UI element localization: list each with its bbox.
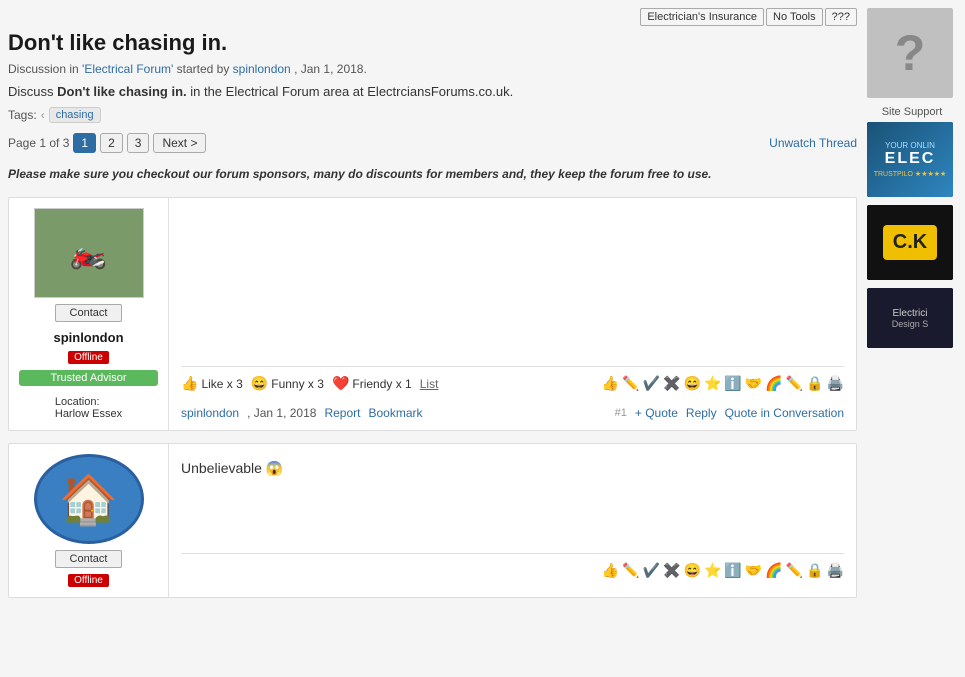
sidebar-ad-electrician[interactable]: YOUR ONLIN ELEC TRUSTPILO ★★★★★ xyxy=(867,122,953,197)
post-1-author-link[interactable]: spinlondon xyxy=(181,406,239,420)
cross-icon[interactable]: ✖️ xyxy=(663,375,680,392)
post-1-location: Location: Harlow Essex xyxy=(55,396,122,420)
funny-icon[interactable]: 😄 xyxy=(684,375,701,392)
handshake-icon[interactable]: 🤝 xyxy=(745,375,762,392)
post-1-footer: spinlondon , Jan 1, 2018 Report Bookmark… xyxy=(181,406,844,420)
p2-thumbsup-icon[interactable]: 👍 xyxy=(602,562,619,579)
post-2-action-icons: 👍 ✏️ ✔️ ✖️ 😄 ⭐ ℹ️ 🤝 🌈 ✏️ 🔒 🖨️ xyxy=(602,562,844,579)
p2-cross-icon[interactable]: ✖️ xyxy=(663,562,680,579)
post-1-body: 👍 Like x 3 😄 Funny x 3 ❤️ Friendy x 1 Li… xyxy=(169,198,856,430)
top-bar: Electrician's Insurance No Tools ??? xyxy=(8,8,857,26)
ad-elec-trustpilot: TRUSTPILO ★★★★★ xyxy=(874,170,947,178)
pagination-left: Page 1 of 3 1 2 3 Next > xyxy=(8,133,206,153)
ck-logo-container: C.K xyxy=(883,225,937,260)
post-1-reply-link[interactable]: Reply xyxy=(686,406,717,420)
info-icon[interactable]: ℹ️ xyxy=(724,375,741,392)
star-icon[interactable]: ⭐ xyxy=(704,375,721,392)
p2-lock-icon[interactable]: 🔒 xyxy=(806,562,823,579)
post-2-reactions: 👍 ✏️ ✔️ ✖️ 😄 ⭐ ℹ️ 🤝 🌈 ✏️ 🔒 🖨️ xyxy=(181,562,844,579)
post-1-footer-right: #1 + Quote Reply Quote in Conversation xyxy=(615,406,844,420)
ad-elec-title: ELEC xyxy=(885,150,936,168)
post-1-bookmark-link[interactable]: Bookmark xyxy=(368,406,422,420)
post-1: 🏍️ Contact spinlondon Offline Trusted Ad… xyxy=(8,197,857,431)
forum-link[interactable]: 'Electrical Forum' xyxy=(82,62,173,76)
post-2-offline-badge: Offline xyxy=(68,574,109,587)
post-1-reactions: 👍 Like x 3 😄 Funny x 3 ❤️ Friendy x 1 Li… xyxy=(181,375,844,392)
post-1-trusted-advisor[interactable]: Trusted Advisor xyxy=(19,370,158,386)
sidebar-ad-ck[interactable]: C.K xyxy=(867,205,953,280)
page-info: Page 1 of 3 xyxy=(8,136,69,150)
p2-funny-icon[interactable]: 😄 xyxy=(684,562,701,579)
insurance-button[interactable]: Electrician's Insurance xyxy=(640,8,764,26)
tag-arrow: ‹ xyxy=(41,108,45,122)
p2-info-icon[interactable]: ℹ️ xyxy=(724,562,741,579)
notools-button[interactable]: No Tools xyxy=(766,8,823,26)
friendly-reaction: ❤️ Friendy x 1 xyxy=(332,375,412,392)
post-2-contact-button[interactable]: Contact xyxy=(55,550,123,568)
tag-chasing[interactable]: chasing xyxy=(49,107,101,123)
extra-button[interactable]: ??? xyxy=(825,8,857,26)
post-2-body: Unbelievable 😱 👍 ✏️ ✔️ ✖️ 😄 ⭐ ℹ️ 🤝 🌈 xyxy=(169,444,856,597)
sponsor-notice: Please make sure you checkout our forum … xyxy=(8,163,857,185)
next-page-button[interactable]: Next > xyxy=(153,133,206,153)
ad-more-text: Electrici Design S xyxy=(892,308,929,329)
sidebar-question-placeholder: ? xyxy=(867,8,953,98)
page-3-button[interactable]: 3 xyxy=(127,133,150,153)
p2-edit-icon[interactable]: ✏️ xyxy=(622,562,639,579)
sidebar-ad-more[interactable]: Electrici Design S xyxy=(867,288,953,348)
reactions-list-link[interactable]: List xyxy=(420,377,439,391)
author-link[interactable]: spinlondon xyxy=(233,62,291,76)
post-1-avatar: 🏍️ xyxy=(34,208,144,298)
edit-icon[interactable]: ✏️ xyxy=(622,375,639,392)
check-icon[interactable]: ✔️ xyxy=(643,375,660,392)
p2-handshake-icon[interactable]: 🤝 xyxy=(745,562,762,579)
pencil-icon[interactable]: ✏️ xyxy=(786,375,803,392)
p2-print-icon[interactable]: 🖨️ xyxy=(827,562,844,579)
post-1-username: spinlondon xyxy=(53,330,123,345)
ad-elec-subtitle: YOUR ONLIN xyxy=(885,141,935,150)
page-1-button[interactable]: 1 xyxy=(73,133,96,153)
post-2-avatar: 🏠 xyxy=(34,454,144,544)
post-1-footer-left: spinlondon , Jan 1, 2018 Report Bookmark xyxy=(181,406,423,420)
post-2-content: Unbelievable 😱 xyxy=(181,454,844,549)
thread-title: Don't like chasing in. xyxy=(8,30,857,56)
post-1-offline-badge: Offline xyxy=(68,351,109,364)
funny-reaction: 😄 Funny x 3 xyxy=(251,375,324,392)
p2-pencil-icon[interactable]: ✏️ xyxy=(786,562,803,579)
unwatch-button[interactable]: Unwatch Thread xyxy=(769,136,857,150)
post-2-user-panel: 🏠 Contact Offline xyxy=(9,444,169,597)
p2-star-icon[interactable]: ⭐ xyxy=(704,562,721,579)
thumbsup-icon[interactable]: 👍 xyxy=(602,375,619,392)
thread-meta: Discussion in 'Electrical Forum' started… xyxy=(8,62,857,76)
post-1-number: #1 xyxy=(615,407,627,419)
p2-check-icon[interactable]: ✔️ xyxy=(643,562,660,579)
p2-rainbow-icon[interactable]: 🌈 xyxy=(765,562,782,579)
tags-row: Tags: ‹ chasing xyxy=(8,107,857,123)
post-1-report-link[interactable]: Report xyxy=(324,406,360,420)
post-1-contact-button[interactable]: Contact xyxy=(55,304,123,322)
rainbow-icon[interactable]: 🌈 xyxy=(765,375,782,392)
post-1-quote-link[interactable]: + Quote xyxy=(635,406,678,420)
thread-description: Discuss Don't like chasing in. in the El… xyxy=(8,84,857,99)
post-2: 🏠 Contact Offline Unbelievable 😱 👍 ✏️ ✔️… xyxy=(8,443,857,598)
site-support-label: Site Support xyxy=(867,106,957,118)
tags-label: Tags: xyxy=(8,108,37,122)
page-2-button[interactable]: 2 xyxy=(100,133,123,153)
like-reaction: 👍 Like x 3 xyxy=(181,375,243,392)
print-icon[interactable]: 🖨️ xyxy=(827,375,844,392)
post-1-quote-conv-link[interactable]: Quote in Conversation xyxy=(725,406,844,420)
post-1-user-panel: 🏍️ Contact spinlondon Offline Trusted Ad… xyxy=(9,198,169,430)
post-1-content xyxy=(181,208,844,362)
post-1-action-icons: 👍 ✏️ ✔️ ✖️ 😄 ⭐ ℹ️ 🤝 🌈 ✏️ 🔒 🖨️ xyxy=(602,375,844,392)
lock-icon[interactable]: 🔒 xyxy=(806,375,823,392)
sidebar: ? Site Support YOUR ONLIN ELEC TRUSTPILO… xyxy=(867,8,957,610)
pagination-row: Page 1 of 3 1 2 3 Next > Unwatch Thread xyxy=(8,133,857,153)
ck-logo-text: C.K xyxy=(893,231,927,254)
